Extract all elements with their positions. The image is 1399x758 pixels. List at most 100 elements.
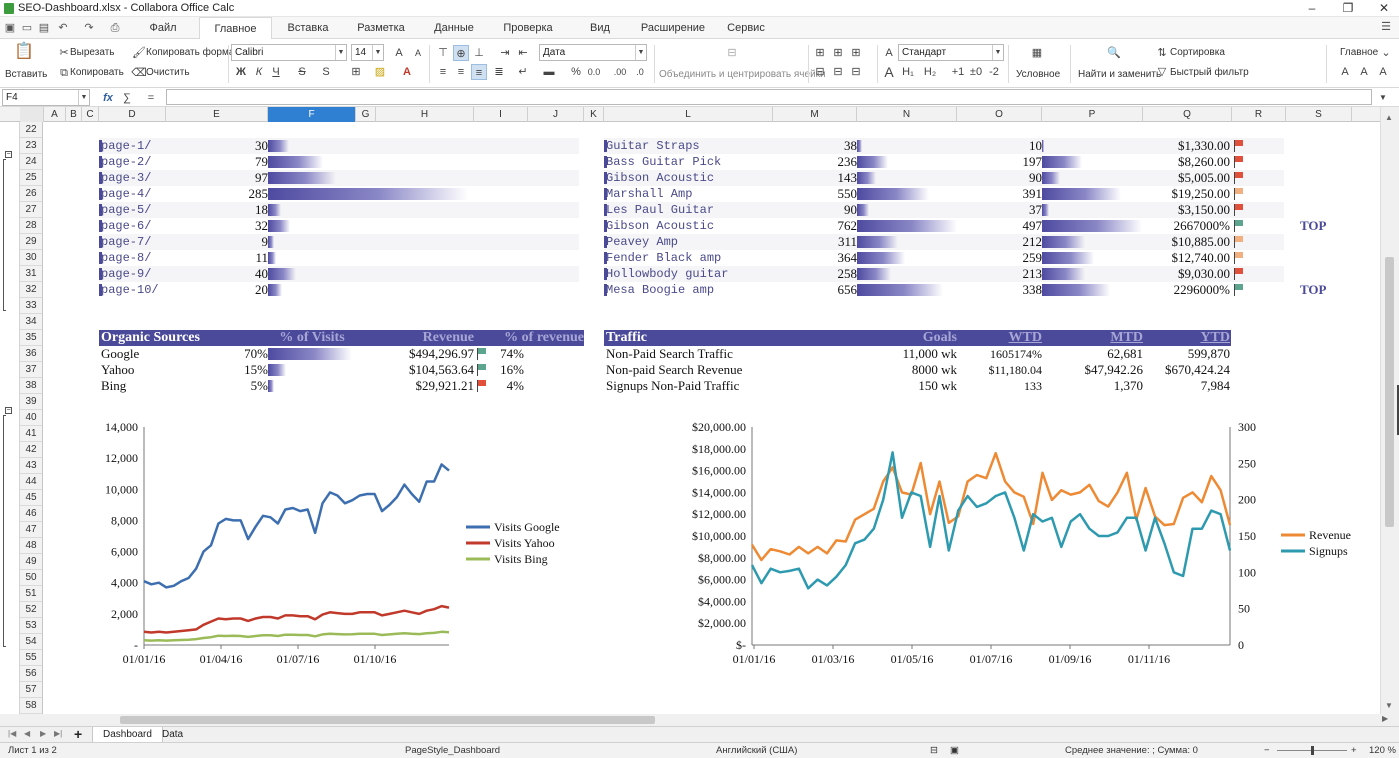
- underline-button[interactable]: Ч: [268, 64, 284, 80]
- tab-tools[interactable]: Сервис: [714, 17, 778, 39]
- row-header[interactable]: 27: [20, 202, 42, 218]
- copy-button[interactable]: Копировать: [70, 67, 124, 78]
- close-icon[interactable]: ✕: [1377, 1, 1391, 15]
- style-minus-icon[interactable]: -2: [986, 64, 1002, 80]
- align-right-icon[interactable]: ≡: [471, 64, 487, 80]
- thesaurus-icon[interactable]: A: [1375, 64, 1391, 80]
- tab-file[interactable]: Файл: [130, 17, 196, 39]
- col-header[interactable]: P: [1042, 107, 1143, 122]
- conditional-button[interactable]: Условное: [1016, 69, 1060, 80]
- zoom-slider-handle[interactable]: [1311, 746, 1314, 755]
- col-header[interactable]: J: [528, 107, 584, 122]
- spelling-icon[interactable]: A: [1337, 64, 1353, 80]
- spreadsheet-grid[interactable]: page-1/30 page-2/79 page-3/97 page-4/285 pag…: [44, 122, 1380, 714]
- delete-columns-icon[interactable]: ⊟: [830, 64, 846, 80]
- row-header[interactable]: 22: [20, 122, 42, 138]
- row-header[interactable]: 49: [20, 554, 42, 570]
- style-zero-icon[interactable]: ±0: [968, 64, 984, 80]
- conditional-icon[interactable]: ▦: [1028, 45, 1046, 63]
- horizontal-scroll-thumb[interactable]: [120, 716, 655, 724]
- borders-icon[interactable]: ⊞: [348, 64, 364, 80]
- row-header[interactable]: 48: [20, 538, 42, 554]
- expand-formula-icon[interactable]: ▼: [1375, 90, 1391, 106]
- next-sheet-icon[interactable]: ▶: [40, 729, 46, 738]
- merge-center-button[interactable]: Объединить и центрировать ячейки: [659, 69, 826, 80]
- scroll-down-icon[interactable]: ▼: [1385, 701, 1393, 710]
- cut-button[interactable]: Вырезать: [70, 47, 114, 58]
- formula-icon[interactable]: =: [143, 90, 159, 106]
- style-apply-icon[interactable]: A: [881, 64, 897, 80]
- row-header[interactable]: 57: [20, 682, 42, 698]
- row-header[interactable]: 37: [20, 362, 42, 378]
- minimize-icon[interactable]: –: [1305, 1, 1319, 15]
- delete-decimal-icon[interactable]: .0: [632, 64, 648, 80]
- row-header[interactable]: 35: [20, 330, 42, 346]
- find-replace-button[interactable]: Найти и заменить: [1078, 69, 1161, 80]
- row-header[interactable]: 39: [20, 394, 42, 410]
- col-header[interactable]: L: [604, 107, 773, 122]
- row-header[interactable]: 44: [20, 474, 42, 490]
- last-sheet-icon[interactable]: ▶|: [54, 729, 62, 738]
- paste-button[interactable]: Вставить: [5, 69, 47, 80]
- insert-rows-icon[interactable]: ⊞: [812, 45, 828, 61]
- row-header[interactable]: 31: [20, 266, 42, 282]
- col-header[interactable]: S: [1286, 107, 1352, 122]
- increase-indent-icon[interactable]: ⇥: [497, 45, 513, 61]
- align-middle-icon[interactable]: ⊕: [453, 45, 469, 61]
- style-combo[interactable]: Стандарт ▼: [898, 44, 1004, 61]
- zoom-in-icon[interactable]: +: [1351, 745, 1357, 756]
- heading2-icon[interactable]: H₂: [922, 64, 938, 80]
- horizontal-scrollbar[interactable]: ▶: [0, 714, 1399, 726]
- col-header[interactable]: M: [773, 107, 857, 122]
- row-header[interactable]: 43: [20, 458, 42, 474]
- number-format-combo[interactable]: Дата ▼: [539, 44, 647, 61]
- decrease-indent-icon[interactable]: ⇤: [515, 45, 531, 61]
- col-header[interactable]: G: [356, 107, 376, 122]
- autofilter-icon[interactable]: ▽: [1154, 64, 1170, 80]
- currency-icon[interactable]: ▬: [541, 64, 557, 80]
- scroll-up-icon[interactable]: ▲: [1385, 113, 1393, 122]
- col-header[interactable]: B: [66, 107, 82, 122]
- shadow-icon[interactable]: S: [318, 64, 334, 80]
- select-all-corner[interactable]: [20, 107, 44, 122]
- font-color-icon[interactable]: A: [399, 64, 415, 80]
- clone-format-button[interactable]: Копировать формат: [146, 47, 239, 58]
- add-decimal-icon[interactable]: .00: [612, 64, 628, 80]
- first-sheet-icon[interactable]: |◀: [8, 729, 16, 738]
- row-header[interactable]: 42: [20, 442, 42, 458]
- col-header[interactable]: H: [376, 107, 474, 122]
- sheet-tab-data[interactable]: Data: [152, 727, 193, 743]
- heading1-icon[interactable]: H₁: [900, 64, 916, 80]
- row-header[interactable]: 50: [20, 570, 42, 586]
- sum-icon[interactable]: ∑: [119, 90, 135, 106]
- collapse-group-icon[interactable]: −: [5, 407, 12, 414]
- formula-input[interactable]: [166, 89, 1372, 105]
- style-plus-icon[interactable]: +1: [950, 64, 966, 80]
- align-left-icon[interactable]: ≡: [435, 64, 451, 80]
- col-header[interactable]: K: [584, 107, 604, 122]
- styles-icon[interactable]: A: [881, 45, 897, 61]
- shrink-font-icon[interactable]: A: [410, 45, 426, 61]
- tab-home[interactable]: Главное: [199, 17, 272, 39]
- add-sheet-icon[interactable]: +: [74, 726, 82, 742]
- row-header[interactable]: 33: [20, 298, 42, 314]
- name-box[interactable]: F4 ▼: [2, 89, 90, 106]
- row-header[interactable]: 53: [20, 618, 42, 634]
- zoom-level[interactable]: 120 %: [1369, 745, 1396, 756]
- strikethrough-button[interactable]: S: [294, 64, 310, 80]
- justify-icon[interactable]: ≣: [491, 64, 507, 80]
- tab-insert[interactable]: Вставка: [275, 17, 341, 39]
- col-header[interactable]: C: [82, 107, 99, 122]
- row-header[interactable]: 28: [20, 218, 42, 234]
- clone-format-icon[interactable]: 🖌: [131, 45, 147, 61]
- grow-font-icon[interactable]: A: [391, 45, 407, 61]
- delete-cells-icon[interactable]: ⊟: [848, 64, 864, 80]
- prev-sheet-icon[interactable]: ◀: [24, 729, 30, 738]
- sort-icon[interactable]: ⇅: [1154, 45, 1170, 61]
- row-header[interactable]: 58: [20, 698, 42, 714]
- percent-icon[interactable]: %: [568, 64, 584, 80]
- background-color-icon[interactable]: ▨: [372, 64, 388, 80]
- row-header[interactable]: 45: [20, 490, 42, 506]
- print-icon[interactable]: ⎙: [108, 21, 122, 35]
- row-header[interactable]: 34: [20, 314, 42, 330]
